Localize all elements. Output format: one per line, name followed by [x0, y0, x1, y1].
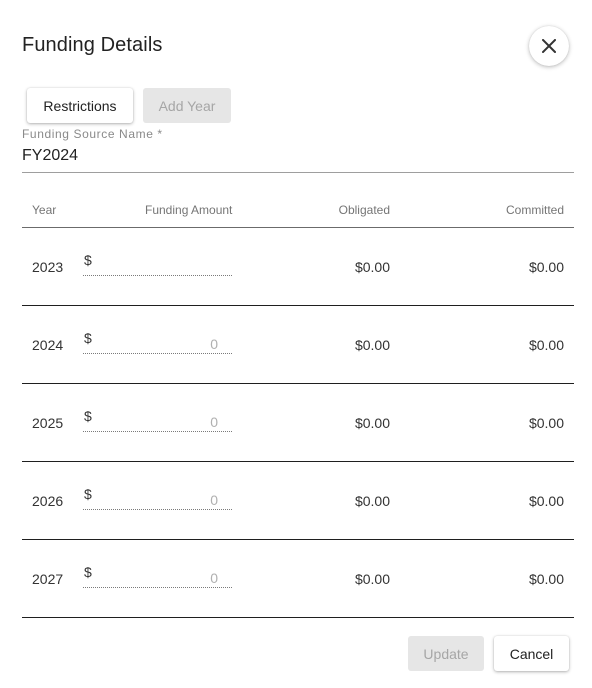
close-button[interactable] [529, 26, 569, 66]
table-header: Year Funding Amount Obligated Committed [22, 193, 574, 228]
header-funding-amount: Funding Amount [145, 203, 233, 217]
funding-table: Year Funding Amount Obligated Committed … [22, 193, 574, 618]
row-committed: $0.00 [528, 415, 564, 431]
funding-source-name-label: Funding Source Name * [22, 127, 163, 141]
row-year: 2023 [32, 259, 64, 275]
header-committed: Committed [505, 203, 564, 217]
row-year: 2026 [32, 493, 64, 509]
row-obligated: $0.00 [354, 493, 390, 509]
row-committed: $0.00 [528, 571, 564, 587]
funding-source-name-input[interactable]: FY2024 [22, 147, 78, 165]
table-row: 2027 $ $0.00 $0.00 [22, 540, 574, 618]
table-row: 2023 $ $0.00 $0.00 [22, 228, 574, 306]
row-committed: $0.00 [528, 259, 564, 275]
restrictions-button[interactable]: Restrictions [27, 88, 133, 123]
funding-amount-input[interactable] [83, 334, 232, 354]
cancel-button[interactable]: Cancel [494, 636, 569, 671]
funding-details-dialog: Funding Details Restrictions Add Year Fu… [0, 0, 592, 688]
header-obligated: Obligated [338, 203, 390, 217]
close-icon [542, 39, 556, 53]
funding-amount-input[interactable] [83, 412, 232, 432]
row-obligated: $0.00 [354, 571, 390, 587]
row-year: 2024 [32, 337, 64, 353]
funding-amount-input[interactable] [83, 568, 232, 588]
funding-amount-input[interactable] [83, 490, 232, 510]
row-committed: $0.00 [528, 493, 564, 509]
funding-source-name-underline [22, 172, 574, 173]
row-committed: $0.00 [528, 337, 564, 353]
row-obligated: $0.00 [354, 415, 390, 431]
table-row: 2026 $ $0.00 $0.00 [22, 462, 574, 540]
dialog-title: Funding Details [22, 34, 163, 56]
row-year: 2027 [32, 571, 64, 587]
row-obligated: $0.00 [354, 259, 390, 275]
table-row: 2025 $ $0.00 $0.00 [22, 384, 574, 462]
table-row: 2024 $ $0.00 $0.00 [22, 306, 574, 384]
row-obligated: $0.00 [354, 337, 390, 353]
update-button[interactable]: Update [408, 636, 484, 671]
add-year-button[interactable]: Add Year [143, 88, 231, 123]
header-year: Year [32, 203, 57, 217]
funding-amount-input[interactable] [83, 256, 232, 276]
row-year: 2025 [32, 415, 64, 431]
